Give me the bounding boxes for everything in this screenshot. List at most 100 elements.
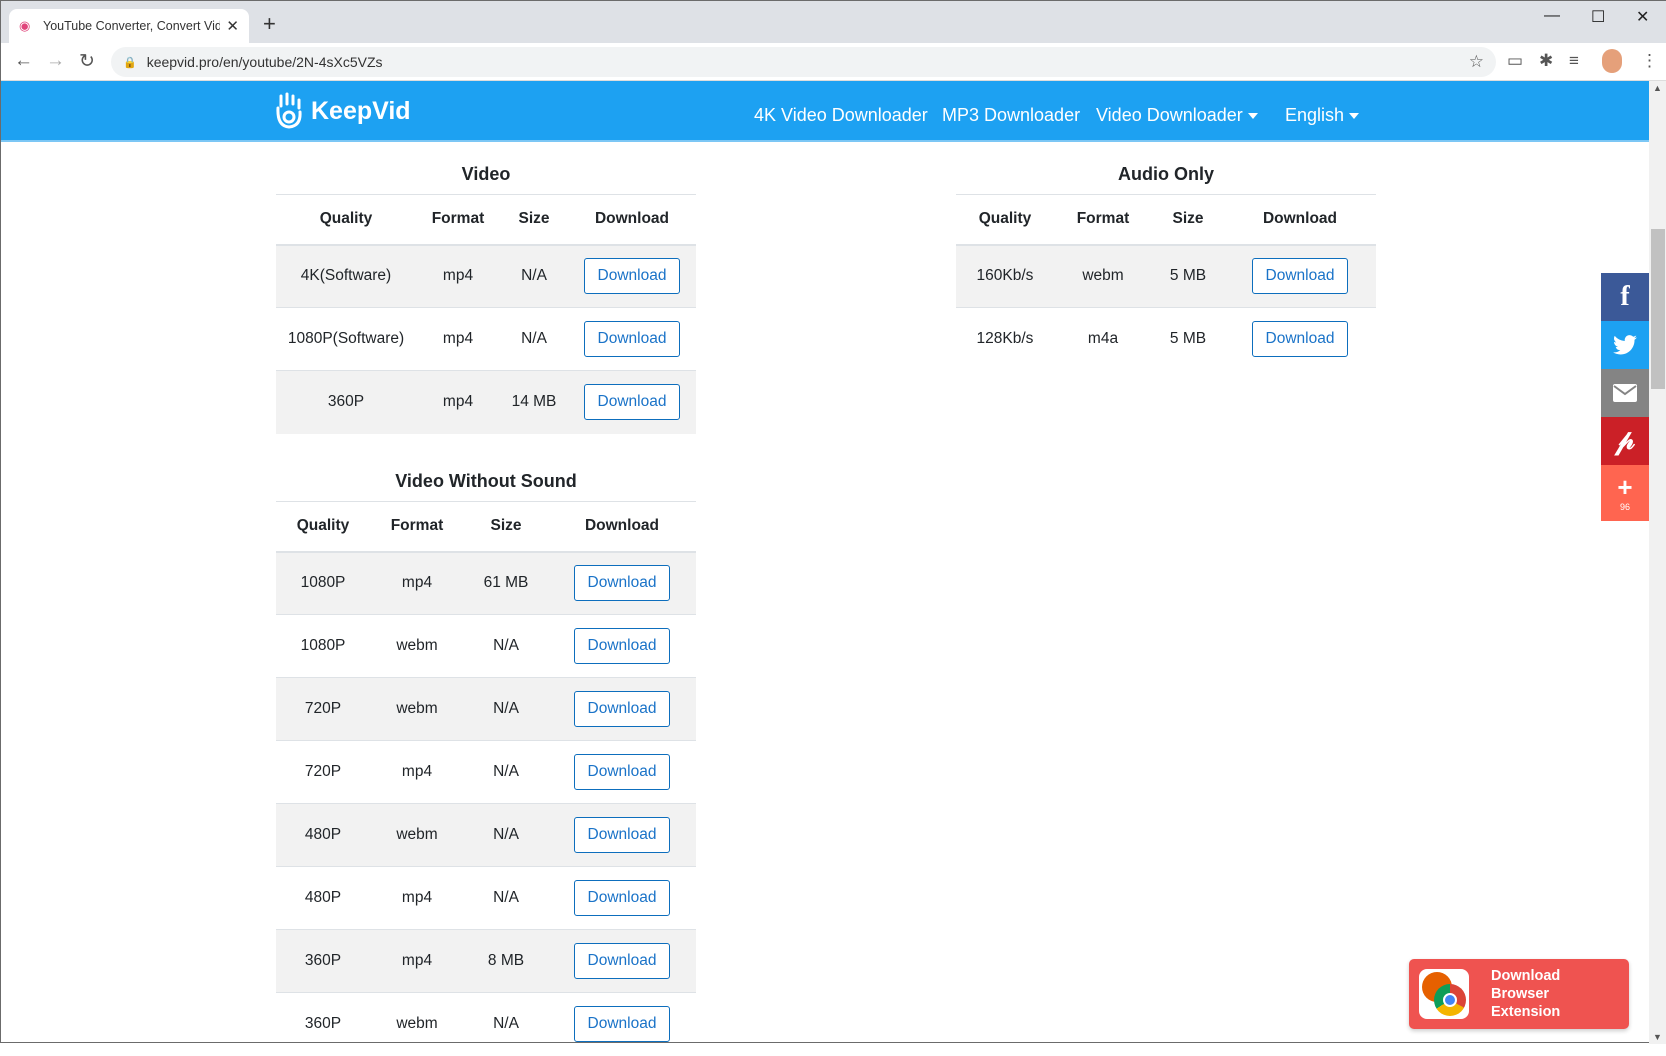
format-cell: mp4: [370, 866, 464, 930]
format-cell: mp4: [416, 307, 500, 371]
column-header: Download: [1224, 194, 1376, 246]
download-cell: Download: [548, 803, 696, 867]
format-cell: mp4: [416, 370, 500, 434]
download-button[interactable]: Download: [573, 565, 671, 602]
quality-cell: 1080P: [276, 614, 370, 678]
quality-cell: 480P: [276, 866, 370, 930]
format-cell: m4a: [1054, 307, 1152, 371]
size-cell: N/A: [464, 992, 548, 1056]
audio-table: Quality Format Size Download 160Kb/s webm 5 MB…: [956, 194, 1376, 371]
nav-mp3-downloader[interactable]: MP3 Downloader: [942, 105, 1080, 126]
quality-cell: 720P: [276, 740, 370, 804]
quality-cell: 360P: [276, 929, 370, 993]
column-header: Format: [416, 194, 500, 246]
profile-avatar[interactable]: [1602, 49, 1622, 73]
download-button[interactable]: Download: [573, 1006, 671, 1043]
format-cell: webm: [1054, 244, 1152, 308]
scroll-up-icon[interactable]: ▲: [1653, 83, 1662, 93]
maximize-icon[interactable]: ☐: [1591, 7, 1605, 27]
forward-icon[interactable]: →: [46, 50, 65, 72]
quality-cell: 160Kb/s: [956, 244, 1054, 308]
bookmark-star-icon[interactable]: ☆: [1469, 52, 1484, 72]
download-button[interactable]: Download: [573, 880, 671, 916]
table-row: 480P mp4 N/A Download: [276, 866, 696, 930]
email-share-button[interactable]: [1601, 369, 1649, 417]
download-cell: Download: [568, 244, 696, 308]
nav-4k-video-downloader[interactable]: 4K Video Downloader: [754, 105, 928, 126]
download-button[interactable]: Download: [573, 754, 671, 790]
table-row: 720P webm N/A Download: [276, 677, 696, 741]
format-cell: mp4: [370, 929, 464, 993]
download-button[interactable]: Download: [583, 384, 681, 421]
browser-tab[interactable]: ◉ YouTube Converter, Convert Vide ✕: [9, 9, 249, 43]
download-button[interactable]: Download: [573, 943, 671, 979]
nav-language[interactable]: English: [1285, 105, 1360, 126]
quality-cell: 128Kb/s: [956, 307, 1054, 371]
table-row: 128Kb/s m4a 5 MB Download: [956, 307, 1376, 371]
nosound-section-title: Video Without Sound: [395, 471, 577, 491]
size-cell: N/A: [464, 740, 548, 804]
download-button[interactable]: Download: [1251, 258, 1349, 295]
logo-text: KeepVid: [311, 96, 411, 125]
size-cell: 5 MB: [1152, 244, 1224, 308]
table-row: 480P webm N/A Download: [276, 803, 696, 867]
size-cell: 14 MB: [500, 370, 568, 434]
download-browser-extension-banner[interactable]: Download Browser Extension: [1409, 959, 1629, 1029]
size-cell: 61 MB: [464, 551, 548, 615]
nav-video-downloader[interactable]: Video Downloader: [1096, 105, 1258, 126]
more-share-button[interactable]: + 96: [1601, 465, 1649, 521]
facebook-share-button[interactable]: f: [1601, 273, 1649, 321]
keepvid-favicon-icon: ◉: [19, 18, 31, 33]
media-control-icon[interactable]: ≡: [1569, 51, 1579, 71]
screenshot-icon[interactable]: ▭: [1507, 51, 1523, 71]
quality-cell: 720P: [276, 677, 370, 741]
column-header: Size: [464, 501, 548, 553]
download-button[interactable]: Download: [583, 321, 681, 357]
download-cell: Download: [1224, 244, 1376, 308]
twitter-share-button[interactable]: [1601, 321, 1649, 369]
download-cell: Download: [548, 992, 696, 1056]
download-button[interactable]: Download: [573, 817, 671, 853]
twitter-icon: [1613, 335, 1637, 355]
format-cell: mp4: [370, 740, 464, 804]
new-tab-icon[interactable]: +: [263, 11, 276, 37]
download-button[interactable]: Download: [573, 691, 671, 727]
column-header: Format: [370, 501, 464, 553]
video-section-title: Video: [461, 164, 511, 184]
table-row: 4K(Software) mp4 N/A Download: [276, 244, 696, 308]
column-header: Size: [1152, 194, 1224, 246]
menu-icon[interactable]: ⋮: [1641, 51, 1658, 71]
nosound-table: Quality Format Size Download 1080P mp4 61 MB Do…: [276, 501, 696, 1056]
scrollbar-thumb[interactable]: [1651, 229, 1665, 389]
column-header: Size: [500, 194, 568, 246]
download-button[interactable]: Download: [583, 258, 681, 295]
download-button[interactable]: Download: [1251, 321, 1349, 358]
table-row: 1080P webm N/A Download: [276, 614, 696, 678]
column-header: Quality: [276, 501, 370, 553]
format-cell: webm: [370, 677, 464, 741]
url-input[interactable]: 🔒 keepvid.pro/en/youtube/2N-4sXc5VZs ☆: [111, 47, 1496, 77]
back-icon[interactable]: ←: [14, 50, 33, 72]
facebook-icon: f: [1620, 281, 1630, 312]
download-cell: Download: [1224, 307, 1376, 371]
download-cell: Download: [568, 307, 696, 371]
video-table: Quality Format Size Download 4K(Software) mp4…: [276, 194, 696, 434]
quality-cell: 1080P(Software): [276, 307, 416, 371]
reload-icon[interactable]: ↻: [79, 50, 95, 73]
close-window-icon[interactable]: ✕: [1636, 7, 1649, 27]
close-tab-icon[interactable]: ✕: [226, 17, 239, 35]
url-text: keepvid.pro/en/youtube/2N-4sXc5VZs: [146, 54, 383, 70]
plus-icon: +: [1617, 472, 1633, 502]
vertical-scrollbar[interactable]: ▲ ▼: [1649, 81, 1666, 1044]
minimize-icon[interactable]: —: [1544, 7, 1560, 25]
pinterest-share-button[interactable]: 𝓅: [1601, 417, 1649, 465]
table-header-row: Quality Format Size Download: [956, 194, 1376, 246]
download-cell: Download: [548, 614, 696, 678]
keepvid-logo[interactable]: KeepVid: [275, 92, 411, 130]
extensions-icon[interactable]: ✱: [1539, 51, 1553, 71]
table-row: 360P mp4 8 MB Download: [276, 929, 696, 993]
size-cell: 8 MB: [464, 929, 548, 993]
download-button[interactable]: Download: [573, 628, 671, 664]
lock-icon: 🔒: [123, 56, 137, 69]
scroll-down-icon[interactable]: ▼: [1653, 1032, 1662, 1042]
